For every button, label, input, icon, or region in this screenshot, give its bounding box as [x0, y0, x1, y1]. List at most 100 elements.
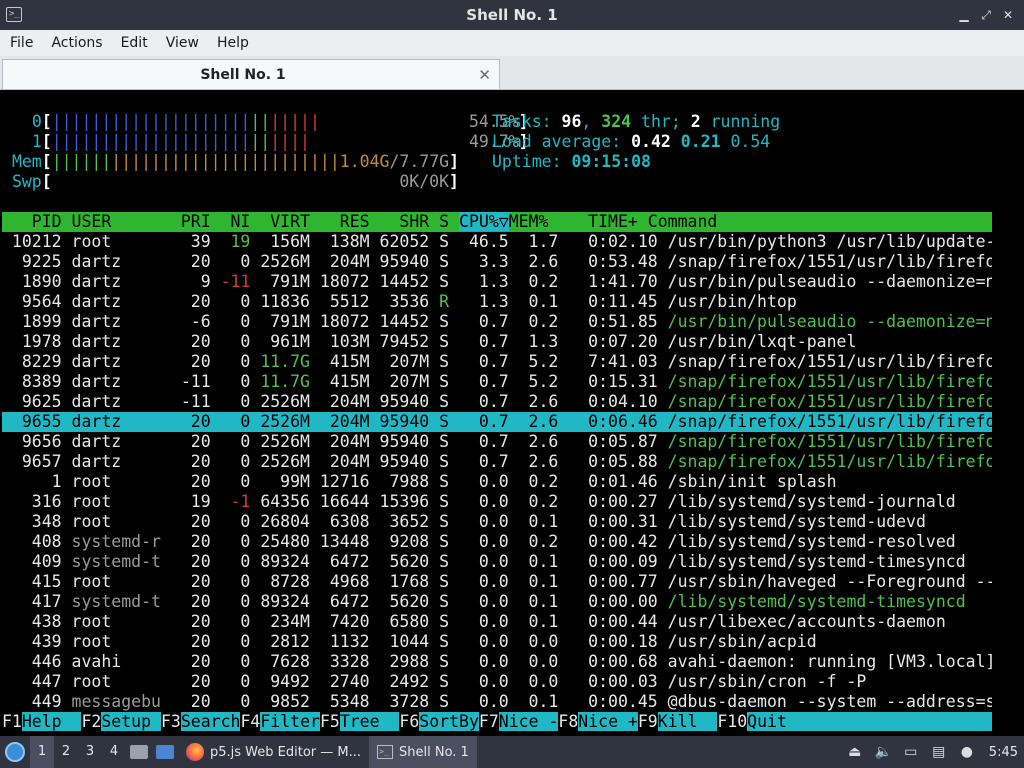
cell-shr: 6580 — [379, 612, 440, 631]
process-row[interactable]: 9657 dartz 20 0 2526M 204M 95940 S 0.7 2… — [2, 452, 992, 472]
fkey-f2[interactable]: F2Setup — [81, 712, 161, 732]
notification-icon[interactable]: ● — [959, 744, 975, 760]
fkey-number: F3 — [160, 712, 181, 731]
cell-cpu: 0.0 — [459, 632, 519, 651]
cell-command: /usr/sbin/cron -f -P — [667, 672, 867, 691]
column-header-user[interactable]: USER — [72, 212, 171, 231]
fkey-f6[interactable]: F6SortBy — [399, 712, 479, 732]
menu-file[interactable]: File — [4, 30, 39, 56]
clock[interactable]: 5:45 — [989, 745, 1018, 760]
process-row[interactable]: 1899 dartz -6 0 791M 18072 14452 S 0.7 0… — [2, 312, 992, 332]
cell-user: dartz — [71, 332, 171, 351]
cell-mem: 0.1 — [518, 612, 569, 631]
menu-actions[interactable]: Actions — [45, 30, 108, 56]
cell-command: avahi-daemon: running [VM3.local] — [667, 652, 992, 671]
fkey-f3[interactable]: F3Search — [160, 712, 241, 732]
process-row[interactable]: 10212 root 39 19 156M 138M 62052 S 46.5 … — [2, 232, 992, 252]
process-row[interactable]: 8389 dartz -11 0 11.7G 415M 207M S 0.7 5… — [2, 372, 992, 392]
process-table-header[interactable]: PID USER PRI NI VIRT RES SHR S CPU%▽MEM%… — [2, 212, 992, 232]
threads-count: 324 — [601, 112, 632, 131]
process-row[interactable]: 439 root 20 0 2812 1132 1044 S 0.0 0.0 0… — [2, 632, 992, 652]
fkey-number: F9 — [637, 712, 658, 731]
process-row[interactable]: 446 avahi 20 0 7628 3328 2988 S 0.0 0.0 … — [2, 652, 992, 672]
task-shell[interactable]: >_ Shell No. 1 — [369, 736, 477, 768]
column-header-s[interactable]: S — [439, 212, 459, 231]
process-row[interactable]: 9225 dartz 20 0 2526M 204M 95940 S 3.3 2… — [2, 252, 992, 272]
process-row[interactable]: 408 systemd-r 20 0 25480 13448 9208 S 0.… — [2, 532, 992, 552]
process-row[interactable]: 449 messagebu 20 0 9852 5348 3728 S 0.0 … — [2, 692, 992, 712]
cell-pri: 20 — [170, 692, 221, 711]
column-header-command[interactable]: Command — [648, 212, 992, 231]
column-header-pri[interactable]: PRI — [171, 212, 221, 231]
cell-user: systemd-t — [71, 592, 171, 611]
minimize-icon[interactable]: ▁ — [956, 8, 972, 22]
column-header-pid[interactable]: PID — [2, 212, 72, 231]
fkey-f7[interactable]: F7Nice - — [478, 712, 559, 732]
tab-shell-1[interactable]: Shell No. 1 ✕ — [2, 59, 500, 89]
file-manager-launcher[interactable] — [126, 736, 152, 768]
cell-virt: 2526M — [260, 432, 320, 451]
cell-res: 204M — [319, 392, 380, 411]
column-header-virt[interactable]: VIRT — [260, 212, 320, 231]
cell-ni: 0 — [220, 312, 261, 331]
menu-help[interactable]: Help — [211, 30, 255, 56]
maximize-icon[interactable]: ⤢ — [978, 8, 994, 23]
column-header-shr[interactable]: SHR — [380, 212, 440, 231]
column-header-ni[interactable]: NI — [221, 212, 261, 231]
cell-state: S — [439, 312, 460, 331]
workspace-4[interactable]: 4 — [102, 736, 126, 768]
process-row[interactable]: 1978 dartz 20 0 961M 103M 79452 S 0.7 1.… — [2, 332, 992, 352]
fkey-f1[interactable]: F1Help — [2, 712, 82, 732]
cell-mem: 0.0 — [518, 652, 569, 671]
process-row[interactable]: 9625 dartz -11 0 2526M 204M 95940 S 0.7 … — [2, 392, 992, 412]
cell-mem: 0.1 — [518, 552, 569, 571]
window-title: Shell No. 1 — [466, 6, 558, 24]
cell-cpu: 0.7 — [459, 412, 519, 431]
workspace-1[interactable]: 1 — [30, 736, 54, 768]
menu-edit[interactable]: Edit — [115, 30, 154, 56]
workspace-2[interactable]: 2 — [54, 736, 78, 768]
fkey-f5[interactable]: F5Tree — [319, 712, 400, 732]
fkey-label: Kill — [657, 712, 718, 731]
fkey-f8[interactable]: F8Nice + — [558, 712, 638, 732]
start-menu-button[interactable] — [0, 736, 30, 768]
cell-shr: 3728 — [379, 692, 440, 711]
fkey-f10[interactable]: F10Quit — [717, 712, 992, 732]
column-header-cpu[interactable]: CPU%▽ — [459, 212, 509, 231]
process-row[interactable]: 8229 dartz 20 0 11.7G 415M 207M S 0.7 5.… — [2, 352, 992, 372]
terminal-view[interactable]: 0[||||||||||||||||||||||||||| 54.5%] 1[|… — [2, 92, 992, 734]
volume-icon[interactable]: 🔈 — [875, 744, 892, 760]
column-header-mem[interactable]: MEM% — [509, 212, 579, 231]
cell-virt: 89324 — [260, 592, 320, 611]
process-row[interactable]: 9655 dartz 20 0 2526M 204M 95940 S 0.7 2… — [2, 412, 992, 432]
menu-view[interactable]: View — [160, 30, 205, 56]
network-icon[interactable]: ▭ — [903, 744, 919, 760]
process-row[interactable]: 415 root 20 0 8728 4968 1768 S 0.0 0.1 0… — [2, 572, 992, 592]
process-row[interactable]: 409 systemd-t 20 0 89324 6472 5620 S 0.0… — [2, 552, 992, 572]
meter-value-used: 1.04G — [339, 152, 390, 171]
process-row[interactable]: 348 root 20 0 26804 6308 3652 S 0.0 0.1 … — [2, 512, 992, 532]
tab-close-icon[interactable]: ✕ — [478, 60, 491, 90]
task-firefox[interactable]: p5.js Web Editor — M... — [178, 736, 369, 768]
cell-time: 0:00.27 — [568, 492, 668, 511]
eject-icon[interactable]: ⏏ — [847, 744, 863, 760]
fkey-f4[interactable]: F4Filter — [240, 712, 320, 732]
process-row[interactable]: 1890 dartz 9 -11 791M 18072 14452 S 1.3 … — [2, 272, 992, 292]
process-row[interactable]: 9564 dartz 20 0 11836 5512 3536 R 1.3 0.… — [2, 292, 992, 312]
process-row[interactable]: 447 root 20 0 9492 2740 2492 S 0.0 0.0 0… — [2, 672, 992, 692]
process-row[interactable]: 316 root 19 -1 64356 16644 15396 S 0.0 0… — [2, 492, 992, 512]
show-desktop-launcher[interactable] — [152, 736, 178, 768]
cell-shr: 2492 — [379, 672, 440, 691]
process-row[interactable]: 417 systemd-t 20 0 89324 6472 5620 S 0.0… — [2, 592, 992, 612]
fkey-f9[interactable]: F9Kill — [637, 712, 718, 732]
cell-time: 0:01.46 — [568, 472, 668, 491]
cell-pid: 1899 — [2, 312, 72, 331]
process-row[interactable]: 1 root 20 0 99M 12716 7988 S 0.0 0.2 0:0… — [2, 472, 992, 492]
close-icon[interactable]: ✕ — [1000, 8, 1016, 22]
column-header-time[interactable]: TIME+ — [578, 212, 648, 231]
column-header-res[interactable]: RES — [320, 212, 380, 231]
process-row[interactable]: 9656 dartz 20 0 2526M 204M 95940 S 0.7 2… — [2, 432, 992, 452]
process-row[interactable]: 438 root 20 0 234M 7420 6580 S 0.0 0.1 0… — [2, 612, 992, 632]
workspace-3[interactable]: 3 — [78, 736, 102, 768]
clipboard-icon[interactable]: ▤ — [931, 744, 947, 760]
